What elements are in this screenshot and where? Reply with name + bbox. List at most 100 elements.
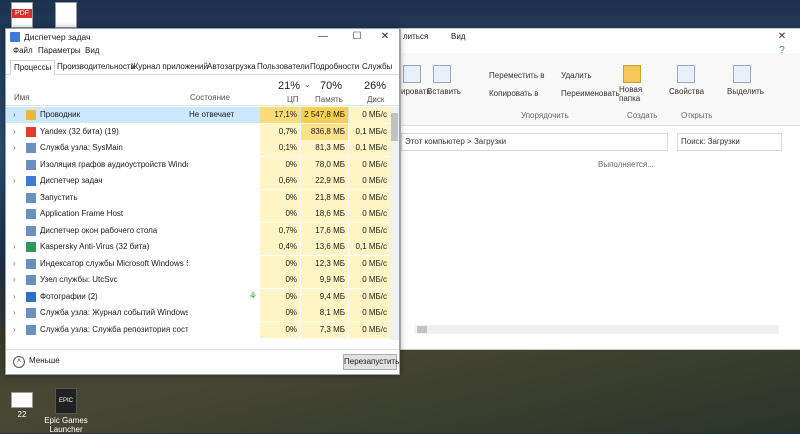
expand-chevron-icon[interactable]: › [13, 325, 16, 334]
rename-button[interactable]: Переименовать [561, 89, 620, 98]
cpu-cell: 0,1% [260, 140, 300, 156]
properties-icon [677, 65, 695, 83]
process-name: Фотографии (2) [40, 291, 98, 301]
menu-view[interactable]: Вид [85, 46, 99, 55]
disk-cell: 0 МБ/с [349, 222, 390, 239]
maximize-icon[interactable]: ☐ [346, 29, 368, 45]
memory-cell: 9,9 МБ [301, 272, 348, 288]
horizontal-scrollbar[interactable] [415, 325, 779, 334]
close-icon[interactable]: ✕ [374, 29, 396, 45]
group-create-label: Создать [627, 111, 658, 120]
tab-services[interactable]: Службы [359, 60, 395, 73]
menu-file[interactable]: Файл [13, 46, 33, 55]
process-list: › Проводник Не отвечает 17,1% 2 547,8 МБ 0 МБ… [6, 107, 399, 340]
expand-chevron-icon[interactable]: › [13, 143, 16, 152]
process-name: Служба узла: Служба репозитория состов..… [40, 324, 188, 334]
process-name: Kaspersky Anti-Virus (32 бита) [40, 242, 150, 251]
tab-app-history[interactable]: Журнал приложений [128, 60, 211, 73]
disk-cell: 0,1 МБ/с [349, 123, 390, 140]
desktop-icon-epic[interactable]: EPIC Epic Games Launcher [44, 388, 88, 434]
tab-details[interactable]: Подробности [307, 60, 362, 73]
epic-games-icon: EPIC [55, 388, 77, 414]
tab-startup[interactable]: Автозагрузка [204, 60, 259, 73]
process-icon [26, 159, 36, 170]
table-row[interactable]: Диспетчер окон рабочего стола 0,7% 17,6 МБ… [6, 222, 390, 239]
process-name: Изоляция графов аудиоустройств Windows [40, 159, 188, 169]
table-row[interactable]: › Узел службы: UtcSvc 0% 9,9 МБ 0 МБ/с [6, 272, 390, 288]
suspended-leaf-icon: ⚘ [249, 290, 258, 301]
cpu-cell: 0% [260, 288, 300, 305]
process-icon [26, 258, 36, 269]
memory-cell: 13,6 МБ [301, 239, 348, 255]
process-name: Диспетчер окон рабочего стола [40, 225, 158, 235]
process-icon [26, 242, 36, 252]
fewer-details-button[interactable]: ˄ Меньше [13, 356, 60, 368]
table-row[interactable]: › Служба узла: Служба репозитория состов.… [6, 321, 390, 338]
restart-button[interactable]: Перезапустить [343, 354, 399, 370]
expand-chevron-icon[interactable]: › [13, 259, 16, 268]
column-cpu[interactable]: ЦП [287, 95, 299, 104]
column-header: Имя Состояние 21% ЦП ⌄ 70% Память 26% Ди… [6, 75, 399, 106]
table-row[interactable]: Изоляция графов аудиоустройств Windows 0%… [6, 156, 390, 173]
table-row[interactable]: › Yandex (32 бита) (19) 0,7% 836,8 МБ 0,1 МБ… [6, 123, 390, 140]
table-row[interactable]: › Диспетчер задач 0,6% 22,9 МБ 0 МБ/с [6, 173, 390, 189]
address-bar[interactable]: Этот компьютер > Загрузки [401, 133, 668, 151]
group-organize-label: Упорядочить [521, 111, 569, 120]
cpu-cell: 0% [260, 156, 300, 173]
column-state[interactable]: Состояние [190, 93, 230, 102]
tab-share[interactable]: литься [403, 32, 428, 41]
expand-chevron-icon[interactable]: › [13, 242, 16, 251]
paste-button[interactable]: Вставить [427, 87, 461, 96]
process-name: Служба узла: Журнал событий Windows [40, 308, 188, 317]
memory-cell: 22,9 МБ [301, 173, 348, 189]
table-row[interactable]: › Фотографии (2) ⚘ 0% 9,4 МБ 0 МБ/с [6, 288, 390, 305]
expand-chevron-icon[interactable]: › [13, 110, 16, 119]
column-name[interactable]: Имя [14, 93, 30, 102]
column-memory[interactable]: Память [315, 95, 343, 104]
disk-total: 26% [364, 80, 387, 92]
explorer-menu-bar: литься Вид [401, 29, 800, 47]
cpu-total: 21% [278, 80, 301, 92]
table-row[interactable]: › Проводник Не отвечает 17,1% 2 547,8 МБ 0 МБ… [6, 107, 390, 123]
tab-performance[interactable]: Производительность [54, 60, 138, 73]
memory-cell: 12,3 МБ [301, 255, 348, 272]
table-row[interactable]: › Kaspersky Anti-Virus (32 бита) 0,4% 13,6 … [6, 239, 390, 255]
tab-users[interactable]: Пользователи [254, 60, 312, 73]
desktop-icon-file[interactable] [44, 2, 88, 30]
cpu-cell: 17,1% [260, 107, 300, 123]
process-icon [26, 275, 36, 285]
expand-chevron-icon[interactable]: › [13, 275, 16, 284]
table-row[interactable]: › Индексатор службы Microsoft Windows Se.… [6, 255, 390, 272]
expand-chevron-icon[interactable]: › [13, 127, 16, 136]
memory-cell: 78,0 МБ [301, 156, 348, 173]
scrollbar-thumb[interactable] [391, 113, 398, 141]
menu-options[interactable]: Параметры [38, 46, 81, 55]
desktop-icon-pdf[interactable]: PDF [0, 2, 44, 30]
delete-button[interactable]: Удалить [561, 71, 592, 80]
properties-button[interactable]: Свойства [669, 87, 704, 96]
search-input[interactable]: Поиск: Загрузки [677, 133, 782, 151]
select-icon [733, 65, 751, 83]
select-button[interactable]: Выделить [727, 87, 764, 96]
desktop-icon-22[interactable]: 22 [0, 392, 44, 419]
minimize-icon[interactable]: — [312, 29, 334, 45]
process-icon [26, 176, 36, 186]
move-to-button[interactable]: Переместить в [489, 71, 544, 80]
tab-processes[interactable]: Процессы [10, 60, 56, 75]
table-row[interactable]: › Служба узла: SysMain 0,1% 81,3 МБ 0,1 МБ/с [6, 140, 390, 156]
expand-chevron-icon[interactable]: › [13, 308, 16, 317]
column-disk[interactable]: Диск [367, 95, 384, 104]
new-folder-button[interactable]: Новая папка [619, 85, 649, 103]
memory-cell: 7,3 МБ [301, 321, 348, 338]
table-row[interactable]: › Служба узла: Журнал событий Windows 0% 8,… [6, 305, 390, 321]
expand-chevron-icon[interactable]: › [13, 176, 16, 185]
vertical-scrollbar[interactable] [390, 107, 399, 340]
group-open-label: Открыть [681, 111, 713, 120]
process-icon [26, 308, 36, 318]
copy-to-button[interactable]: Копировать в [489, 89, 539, 98]
table-row[interactable]: Запустить 0% 21,8 МБ 0 МБ/с [6, 189, 390, 206]
table-row[interactable]: Application Frame Host 0% 18,6 МБ 0 МБ/с [6, 206, 390, 222]
expand-chevron-icon[interactable]: › [13, 292, 16, 301]
tab-view[interactable]: Вид [451, 32, 465, 41]
process-icon [26, 126, 36, 137]
